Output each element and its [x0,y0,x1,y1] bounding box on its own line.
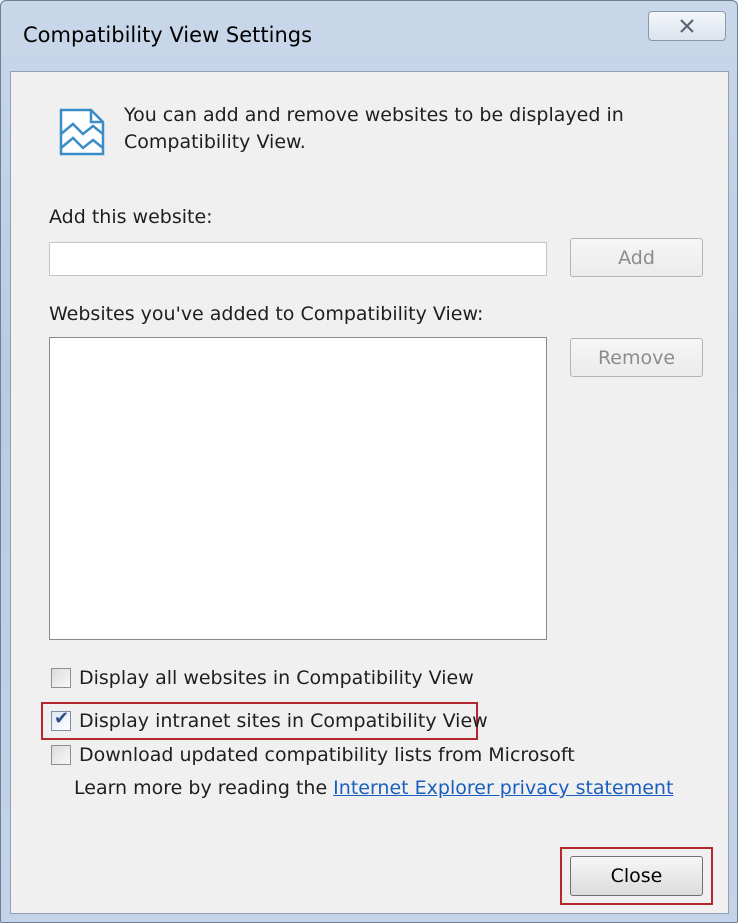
learn-more-text: Learn more by reading the Internet Explo… [74,777,673,799]
download-lists-label: Download updated compatibility lists fro… [79,744,575,766]
add-button[interactable]: Add [570,238,703,277]
add-website-input[interactable] [49,242,547,276]
add-website-label: Add this website: [49,206,213,228]
remove-button[interactable]: Remove [570,338,703,377]
dialog-body: You can add and remove websites to be di… [10,71,729,914]
compatibility-view-settings-dialog: Compatibility View Settings You can add … [0,0,738,923]
close-button[interactable]: Close [570,856,703,896]
option-display-intranet[interactable]: ✔ Display intranet sites in Compatibilit… [51,707,488,735]
compatibility-view-icon [59,108,105,156]
display-all-checkbox[interactable] [51,668,71,688]
close-icon [680,19,694,33]
dialog-title: Compatibility View Settings [23,23,313,47]
info-description: You can add and remove websites to be di… [124,104,624,153]
privacy-statement-link[interactable]: Internet Explorer privacy statement [333,777,673,799]
added-websites-label: Websites you've added to Compatibility V… [49,303,484,325]
checkmark-icon: ✔ [54,708,70,729]
display-all-label: Display all websites in Compatibility Vi… [79,667,474,689]
added-websites-list[interactable] [49,337,547,640]
title-bar[interactable]: Compatibility View Settings [1,1,737,71]
option-display-all[interactable]: Display all websites in Compatibility Vi… [51,664,474,692]
learn-more-prefix: Learn more by reading the [74,777,334,799]
display-intranet-checkbox[interactable]: ✔ [51,708,71,731]
title-close-button[interactable] [648,11,726,41]
display-intranet-label: Display intranet sites in Compatibility … [79,710,488,732]
download-lists-checkbox[interactable] [51,745,71,765]
option-download-lists[interactable]: Download updated compatibility lists fro… [51,741,575,769]
